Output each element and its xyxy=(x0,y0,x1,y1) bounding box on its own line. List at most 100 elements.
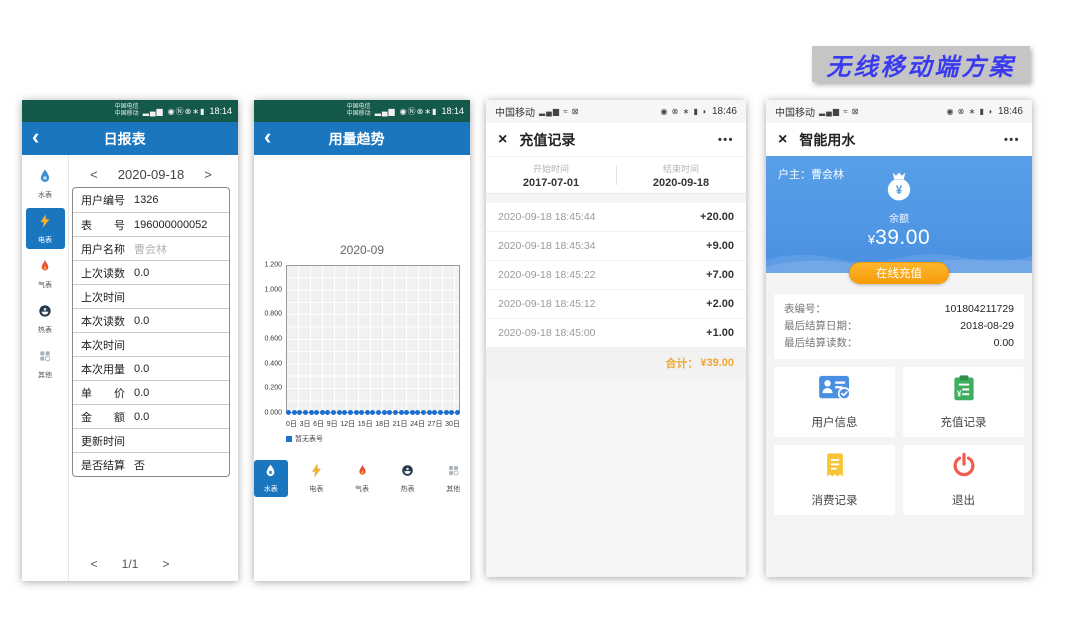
data-point xyxy=(449,410,454,415)
sidebar-item-label: 气表 xyxy=(38,280,52,290)
record-amount: +7.00 xyxy=(706,269,734,281)
grid-card-receipt[interactable]: 消费记录 xyxy=(774,445,895,515)
start-date-value: 2017-07-01 xyxy=(523,177,579,189)
tab-item-label: 电表 xyxy=(309,484,323,494)
data-point xyxy=(382,410,387,415)
page-title: 智能用水 xyxy=(799,130,1004,150)
grid-card-label: 用户信息 xyxy=(812,414,858,430)
usage-chart: 1.2001.0000.8000.6000.4000.2000.000 0日3日… xyxy=(260,261,462,431)
tab-item-bolt[interactable]: 电表 xyxy=(300,460,334,497)
table-row: 上次读数0.0 xyxy=(73,260,229,284)
tab-item-grid[interactable]: 其他 xyxy=(436,460,470,497)
data-point xyxy=(337,410,342,415)
field-value: 0.0 xyxy=(134,387,149,399)
recharge-record-row: 2020-09-18 18:45:44+20.00 xyxy=(486,203,746,232)
status-bar: 中国移动 ▂▄▆ ≈ ⊠ ◉ ⊗ ∗ ▮ ◗ 18:46 xyxy=(486,100,746,123)
table-row: 本次读数 0.0 xyxy=(73,308,229,332)
grid-card-label: 退出 xyxy=(952,492,975,508)
filter-divider xyxy=(616,165,617,185)
data-point xyxy=(297,410,302,415)
sidebar-item-heat[interactable]: 热表 xyxy=(26,298,65,339)
y-axis-labels: 1.2001.0000.8000.6000.4000.2000.000 xyxy=(260,265,284,413)
data-point xyxy=(286,410,291,415)
online-recharge-button[interactable]: 在线充值 xyxy=(849,262,949,284)
meter-info-card: 表编号：101804211729最后结算日期：2018-08-29最后结算读数：… xyxy=(774,294,1024,359)
field-label: 上次时间 xyxy=(81,289,125,305)
recharge-record-row: 2020-09-18 18:45:12+2.00 xyxy=(486,290,746,319)
grid-card-power[interactable]: 退出 xyxy=(903,445,1024,515)
tab-item-water[interactable]: 水表 xyxy=(254,460,288,497)
data-point xyxy=(410,410,415,415)
data-point xyxy=(432,410,437,415)
info-row: 表编号：101804211729 xyxy=(784,301,1014,318)
y-tick-label: 0.800 xyxy=(264,311,282,318)
field-label: 本次读数 xyxy=(81,313,125,329)
legend-swatch xyxy=(286,436,292,442)
x-tick-label: 9日 xyxy=(327,419,338,429)
start-date-picker[interactable]: 开始时间 2017-07-01 xyxy=(486,157,616,193)
usercard-icon xyxy=(818,374,852,407)
app-header: ‹ 日报表 xyxy=(22,122,238,155)
tab-item-label: 水表 xyxy=(264,484,278,494)
sidebar-item-water[interactable]: 水表 xyxy=(26,163,65,204)
close-icon[interactable]: × xyxy=(498,131,507,149)
field-label: 更新时间 xyxy=(81,433,125,449)
table-row: 本次时间 xyxy=(73,332,229,356)
total-label: 合计： xyxy=(665,355,698,371)
back-icon[interactable]: ‹ xyxy=(32,126,39,148)
next-page-button[interactable]: > xyxy=(162,557,169,571)
data-point xyxy=(348,410,353,415)
data-point xyxy=(314,410,319,415)
prev-date-button[interactable]: < xyxy=(90,167,98,182)
tab-item-flame[interactable]: 气表 xyxy=(345,460,379,497)
field-value: 0.0 xyxy=(134,315,149,327)
grid-card-clipboard[interactable]: ¥充值记录 xyxy=(903,367,1024,437)
table-row: 是否结算否 xyxy=(73,452,229,476)
meter-type-tabs: 水表 电表 气表热表其他 xyxy=(254,460,470,497)
data-point xyxy=(376,410,381,415)
data-point xyxy=(354,410,359,415)
data-point xyxy=(292,410,297,415)
status-bar: 中国电信 中国移动 ▂▄▆ ◉Ⓝ⊗∗▮ 18:14 xyxy=(22,100,238,122)
close-icon[interactable]: × xyxy=(778,131,787,149)
data-point xyxy=(455,410,460,415)
carrier-labels: 中国电信 中国移动 xyxy=(115,104,139,118)
sidebar-item-label: 电表 xyxy=(38,235,52,245)
carrier: 中国移动 xyxy=(775,104,815,119)
field-value: 0.0 xyxy=(134,363,149,375)
record-time: 2020-09-18 18:45:22 xyxy=(498,269,596,281)
sidebar-item-flame[interactable]: 气表 xyxy=(26,253,65,294)
tab-item-heat[interactable]: 热表 xyxy=(391,460,425,497)
status-time: 18:14 xyxy=(209,106,232,116)
heat-meter-icon xyxy=(37,303,53,324)
grid-card-usercard[interactable]: 用户信息 xyxy=(774,367,895,437)
more-menu-icon[interactable]: ••• xyxy=(1004,134,1020,146)
data-point xyxy=(444,410,449,415)
table-row: 表 号196000000052 xyxy=(73,212,229,236)
data-point xyxy=(427,410,432,415)
info-row: 最后结算读数：0.00 xyxy=(784,335,1014,352)
recharge-record-row: 2020-09-18 18:45:22 +7.00 xyxy=(486,261,746,290)
pagination: < 1/1 > xyxy=(22,557,238,571)
x-tick-label: 3日 xyxy=(300,419,311,429)
status-icons: ◉Ⓝ⊗∗▮ xyxy=(400,106,438,117)
data-point xyxy=(303,410,308,415)
sidebar-item-grid[interactable]: 其他 xyxy=(26,343,65,384)
more-menu-icon[interactable]: ••• xyxy=(718,134,734,146)
sidebar-item-label: 热表 xyxy=(38,325,52,335)
current-date[interactable]: 2020-09-18 xyxy=(118,167,185,182)
record-time: 2020-09-18 18:45:44 xyxy=(498,211,596,223)
data-point xyxy=(331,410,336,415)
heat-meter-icon xyxy=(400,463,415,483)
y-tick-label: 0.600 xyxy=(264,336,282,343)
end-date-picker[interactable]: 结束时间 2020-09-18 xyxy=(616,157,746,193)
recharge-record-row: 2020-09-18 18:45:34+9.00 xyxy=(486,232,746,261)
slide-title-box: 无线移动端方案 xyxy=(812,46,1030,82)
next-date-button[interactable]: > xyxy=(204,167,212,182)
data-point xyxy=(438,410,443,415)
prev-page-button[interactable]: < xyxy=(91,557,98,571)
back-icon[interactable]: ‹ xyxy=(264,126,271,148)
carrier-1: 中国电信 xyxy=(347,104,371,111)
sidebar-item-bolt[interactable]: 电表 xyxy=(26,208,65,249)
info-value: 2018-08-29 xyxy=(960,318,1014,335)
